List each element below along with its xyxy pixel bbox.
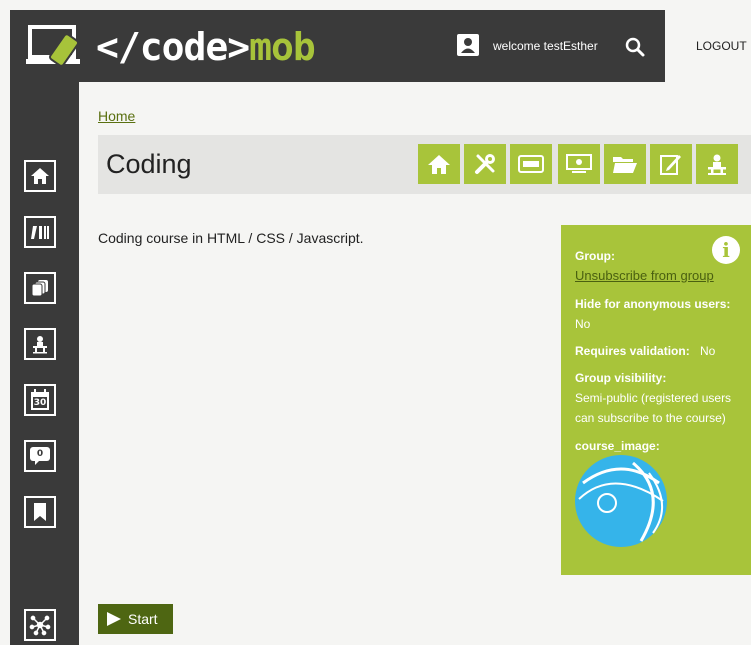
toolbar-screen-button[interactable] <box>558 144 600 184</box>
requires-validation-label: Requires validation: <box>575 344 690 358</box>
play-icon <box>107 612 121 626</box>
sidebar-item-bookmark[interactable] <box>24 496 56 528</box>
hide-anonymous-value: No <box>575 317 591 331</box>
library-icon <box>31 226 49 239</box>
search-icon[interactable] <box>623 35 647 59</box>
toolbar-keyboard-button[interactable] <box>510 144 552 184</box>
toolbar-teacher-button[interactable] <box>696 144 738 184</box>
top-bar: </code>mob welcome testEsther <box>10 10 665 82</box>
home-icon <box>31 168 49 184</box>
hide-anonymous-label: Hide for anonymous users: <box>575 297 731 311</box>
start-button[interactable]: Start <box>98 604 173 634</box>
info-panel: i Group: Unsubscribe from group Hide for… <box>561 225 751 575</box>
sidebar: 30 0 <box>10 82 79 645</box>
title-bar: Coding <box>98 135 751 194</box>
requires-validation-value: No <box>700 344 716 358</box>
toolbar-edit-button[interactable] <box>650 144 692 184</box>
logo-accent: mob <box>249 25 316 69</box>
copies-icon <box>31 280 48 297</box>
screen-icon <box>566 154 592 173</box>
start-label: Start <box>128 611 158 627</box>
page-title: Coding <box>106 149 192 179</box>
breadcrumb-home-link[interactable]: Home <box>98 108 135 124</box>
bookmark-icon <box>34 503 46 521</box>
calendar-day: 30 <box>33 398 47 408</box>
toolbar-folder-button[interactable] <box>604 144 646 184</box>
course-image-label: course_image: <box>575 439 660 453</box>
toolbar-tools-button[interactable] <box>464 144 506 184</box>
group-label: Group: <box>575 249 615 263</box>
laptop-logo-icon <box>26 23 90 71</box>
unsubscribe-link[interactable]: Unsubscribe from group <box>575 268 714 283</box>
sidebar-item-teacher[interactable] <box>24 328 56 360</box>
chat-count: 0 <box>36 449 44 459</box>
home-icon <box>428 155 450 174</box>
sidebar-item-network[interactable] <box>24 609 56 641</box>
group-visibility-value-line2: can subscribe to the course) <box>575 411 726 425</box>
sidebar-item-copies[interactable] <box>24 272 56 304</box>
network-icon <box>29 615 51 636</box>
sidebar-item-home[interactable] <box>24 160 56 192</box>
toolbar-home-button[interactable] <box>418 144 460 184</box>
sidebar-item-chat[interactable]: 0 <box>24 440 56 472</box>
logout-button[interactable]: LOGOUT <box>696 39 747 53</box>
teacher-icon <box>708 154 726 175</box>
group-visibility-value-line1: Semi-public (registered users <box>575 391 732 405</box>
course-description: Coding course in HTML / CSS / Javascript… <box>98 230 364 246</box>
folder-icon <box>613 157 637 173</box>
edit-icon <box>660 155 681 175</box>
group-visibility-label: Group visibility: <box>575 371 667 385</box>
course-image <box>573 453 669 552</box>
logo[interactable]: </code>mob <box>26 23 316 71</box>
teacher-icon <box>33 336 47 354</box>
keyboard-icon <box>518 155 544 173</box>
info-icon: i <box>712 236 740 264</box>
tools-icon <box>475 154 495 174</box>
sidebar-item-library[interactable] <box>24 216 56 248</box>
sidebar-item-calendar[interactable]: 30 <box>24 384 56 416</box>
welcome-text: welcome testEsther <box>493 39 598 53</box>
user-icon[interactable] <box>457 34 479 56</box>
logo-text: </code> <box>96 25 250 69</box>
